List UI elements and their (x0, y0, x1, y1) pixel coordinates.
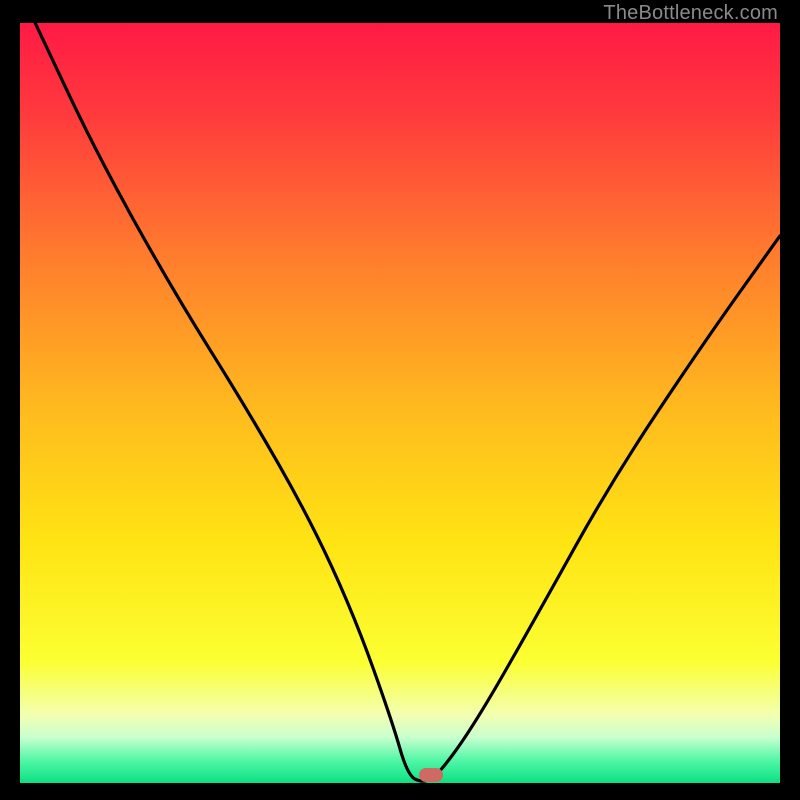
chart-frame: TheBottleneck.com (0, 0, 800, 800)
plot-area (20, 23, 780, 783)
bottleneck-curve (20, 23, 780, 783)
optimum-marker (419, 768, 443, 782)
watermark-text: TheBottleneck.com (603, 2, 778, 25)
